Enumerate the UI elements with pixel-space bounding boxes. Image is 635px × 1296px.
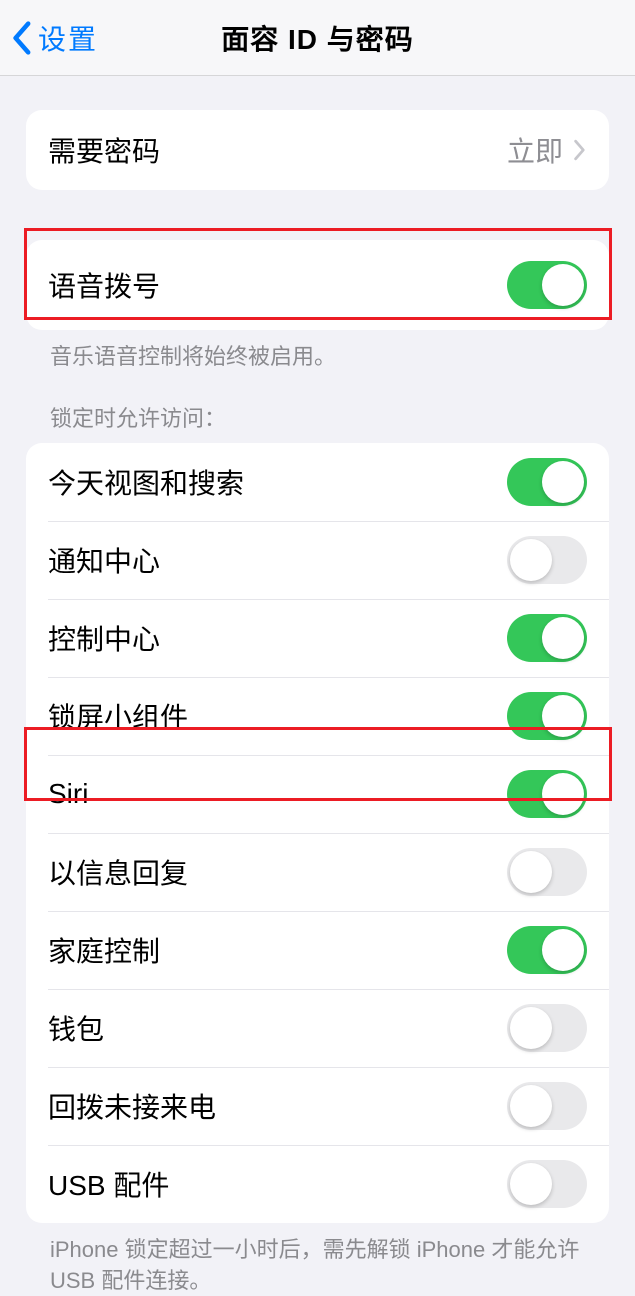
locked-access-toggle[interactable] <box>507 1160 587 1208</box>
voice-dial-footer: 音乐语音控制将始终被启用。 <box>26 330 609 373</box>
locked-access-row: 以信息回复 <box>48 833 609 911</box>
locked-access-toggle[interactable] <box>507 458 587 506</box>
locked-access-row: Siri <box>48 755 609 833</box>
locked-access-toggle[interactable] <box>507 1004 587 1052</box>
voice-dial-row: 语音拨号 <box>26 240 609 330</box>
locked-access-label: 今天视图和搜索 <box>48 462 244 502</box>
locked-access-toggle[interactable] <box>507 614 587 662</box>
locked-access-toggle[interactable] <box>507 848 587 896</box>
require-passcode-value: 立即 <box>507 130 563 170</box>
require-passcode-row[interactable]: 需要密码 立即 <box>26 110 609 190</box>
require-passcode-group: 需要密码 立即 <box>26 110 609 190</box>
locked-access-toggle[interactable] <box>507 770 587 818</box>
locked-access-row: 锁屏小组件 <box>48 677 609 755</box>
chevron-left-icon <box>10 20 32 56</box>
locked-access-row: 今天视图和搜索 <box>26 443 609 521</box>
locked-access-group: 今天视图和搜索通知中心控制中心锁屏小组件 Siri 以信息回复家庭控制钱包回拨未接来… <box>26 443 609 1223</box>
chevron-right-icon <box>573 139 587 161</box>
back-button[interactable]: 设置 <box>0 18 98 58</box>
locked-access-label: 锁屏小组件 <box>48 696 188 736</box>
locked-access-header: 锁定时允许访问： <box>26 373 609 443</box>
locked-access-toggle[interactable] <box>507 692 587 740</box>
locked-access-toggle[interactable] <box>507 536 587 584</box>
locked-access-row: 通知中心 <box>48 521 609 599</box>
locked-access-toggle[interactable] <box>507 926 587 974</box>
back-label: 设置 <box>38 18 98 58</box>
locked-access-toggle[interactable] <box>507 1082 587 1130</box>
locked-access-label: 以信息回复 <box>48 852 188 892</box>
locked-access-label: 控制中心 <box>48 618 160 658</box>
locked-access-row: 控制中心 <box>48 599 609 677</box>
locked-access-footer: iPhone 锁定超过一小时后，需先解锁 iPhone 才能允许 USB 配件连… <box>26 1223 609 1296</box>
locked-access-label: 回拨未接来电 <box>48 1086 216 1126</box>
require-passcode-label: 需要密码 <box>48 130 160 170</box>
locked-access-label: 钱包 <box>48 1008 104 1048</box>
locked-access-row: 家庭控制 <box>48 911 609 989</box>
locked-access-row: 回拨未接来电 <box>48 1067 609 1145</box>
voice-dial-label: 语音拨号 <box>48 265 160 305</box>
voice-dial-toggle[interactable] <box>507 261 587 309</box>
locked-access-label: 通知中心 <box>48 540 160 580</box>
locked-access-label: USB 配件 <box>48 1164 169 1204</box>
voice-dial-group: 语音拨号 <box>26 240 609 330</box>
locked-access-label: Siri <box>48 778 88 810</box>
locked-access-row: USB 配件 <box>48 1145 609 1223</box>
nav-bar: 设置 面容 ID 与密码 <box>0 0 635 76</box>
locked-access-row: 钱包 <box>48 989 609 1067</box>
locked-access-label: 家庭控制 <box>48 930 160 970</box>
